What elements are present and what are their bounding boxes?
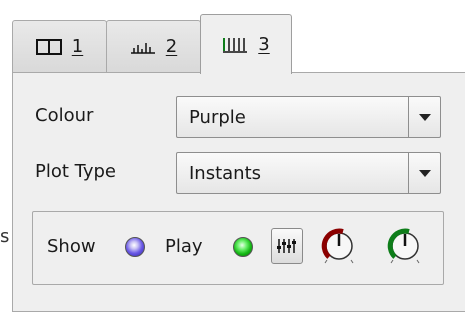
- play-toggle[interactable]: [233, 237, 253, 257]
- plot-type-label: Plot Type: [35, 161, 116, 182]
- tab-label: 1: [71, 36, 84, 57]
- instants-ticks-icon: [222, 36, 248, 54]
- controls-group: Show Play: [32, 211, 444, 285]
- colour-label: Colour: [35, 105, 94, 126]
- pan-knob[interactable]: [385, 226, 425, 266]
- tab-1[interactable]: 1: [12, 20, 107, 72]
- tab-label: 3: [258, 34, 270, 55]
- grid-layout-icon: [35, 38, 62, 55]
- colour-select-value: Purple: [189, 106, 246, 128]
- chevron-down-icon[interactable]: [408, 97, 440, 137]
- colour-select[interactable]: Purple: [176, 96, 441, 138]
- chevron-down-icon[interactable]: [408, 153, 440, 193]
- tab-label: 2: [165, 36, 178, 57]
- knob-icon: [321, 228, 354, 264]
- show-label: Show: [47, 236, 96, 257]
- tab-3[interactable]: 3: [200, 14, 292, 74]
- tab-2[interactable]: 2: [106, 20, 201, 72]
- mixer-sliders-icon: [277, 239, 296, 253]
- clipped-edge-text: s: [0, 226, 10, 247]
- knob-icon: [387, 228, 420, 264]
- plot-type-select[interactable]: Instants: [176, 152, 441, 194]
- show-toggle[interactable]: [125, 237, 145, 257]
- bar-histogram-icon: [130, 40, 156, 54]
- mixer-button[interactable]: [271, 228, 303, 264]
- plot-type-select-value: Instants: [189, 162, 262, 184]
- play-label: Play: [165, 236, 203, 257]
- gain-knob[interactable]: [319, 226, 359, 266]
